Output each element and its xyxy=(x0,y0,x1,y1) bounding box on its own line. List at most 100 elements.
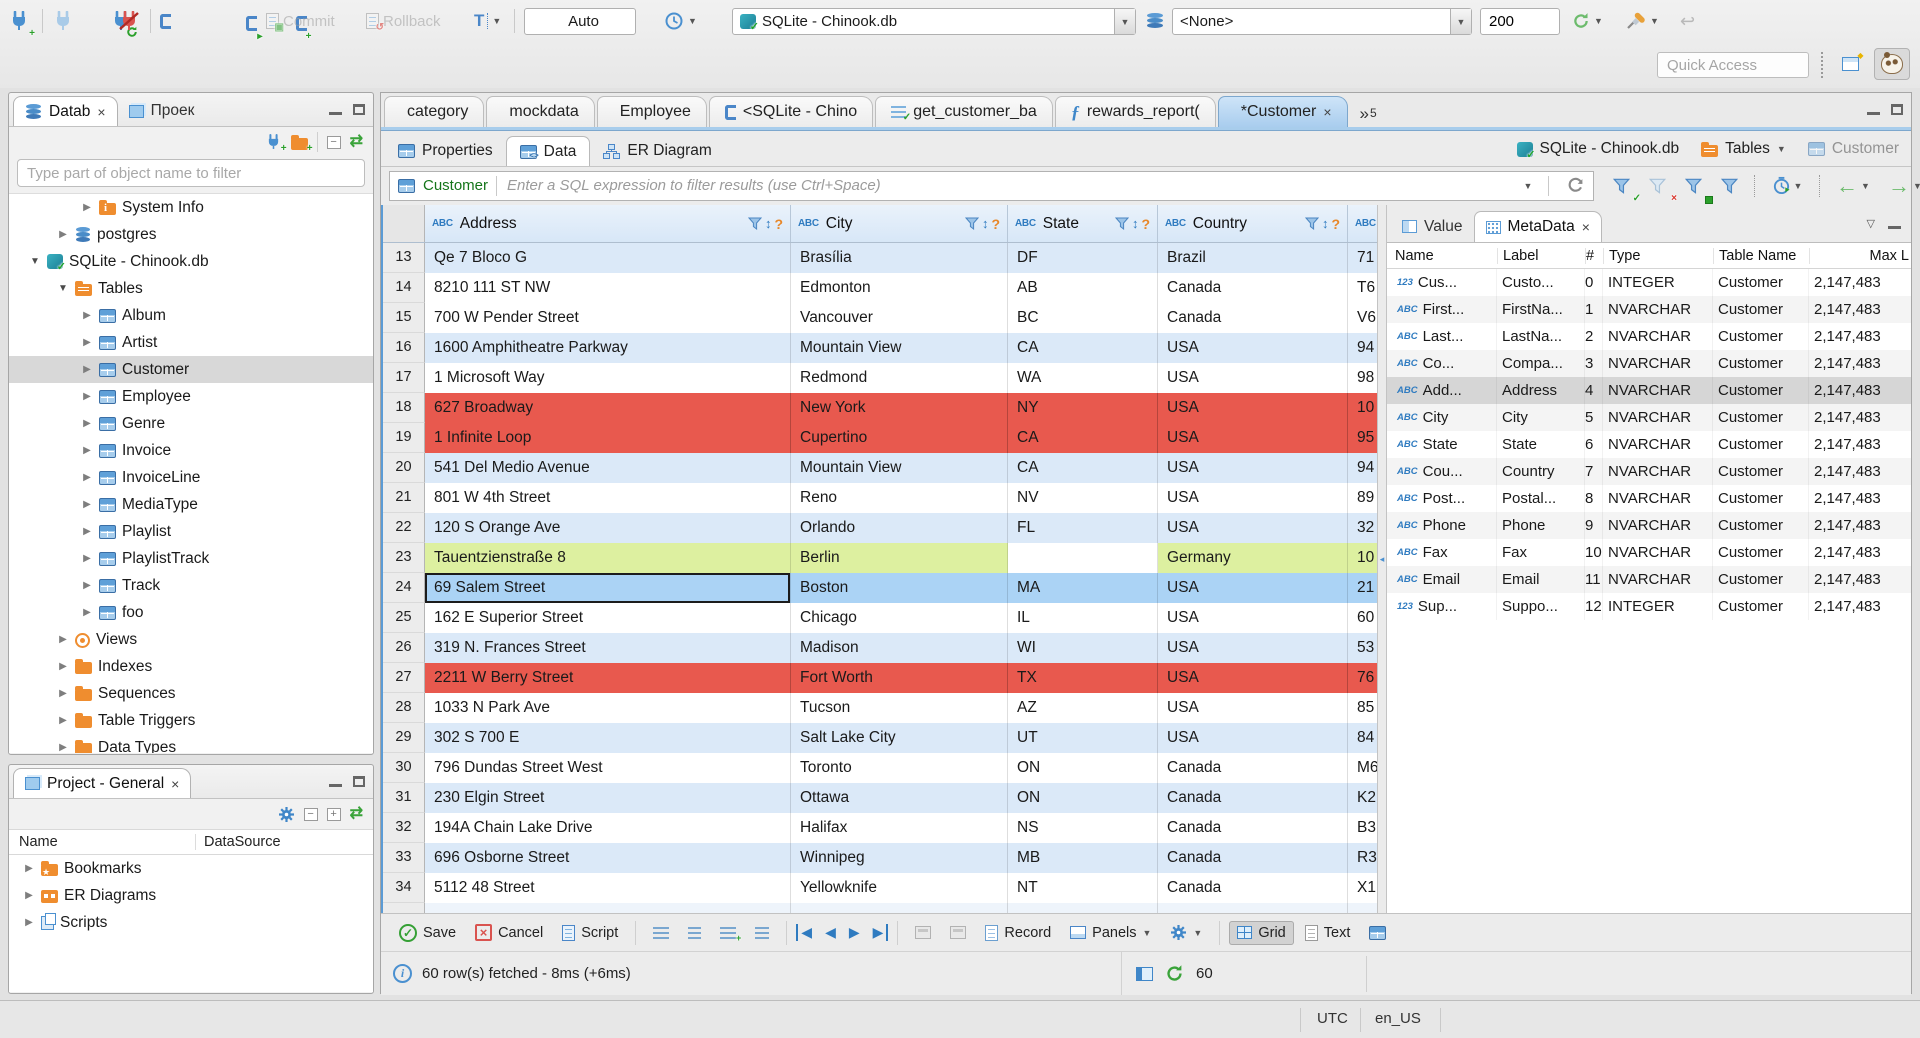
cell-city[interactable]: Edmonton xyxy=(791,273,1008,303)
fetch-size-value[interactable] xyxy=(1481,9,1559,34)
cell-name[interactable]: ABC Fax xyxy=(1387,539,1497,566)
cell-address[interactable]: 194A Chain Lake Drive xyxy=(425,813,791,843)
cell-table-name[interactable]: Customer xyxy=(1713,566,1809,593)
cell-postalcode[interactable]: 76 xyxy=(1348,663,1377,693)
new-sql-editor-button[interactable] xyxy=(160,7,171,35)
breadcrumb-connection[interactable]: SQLite - Chinook.db xyxy=(1540,140,1680,158)
cell-max-length[interactable]: 2,147,483 xyxy=(1809,269,1911,296)
metadata-row[interactable]: ABC Cou... Country 7 NVARCHAR Customer 2,… xyxy=(1387,458,1911,485)
column-label[interactable]: Label xyxy=(1497,247,1585,264)
column-name[interactable]: Name xyxy=(9,834,195,850)
data-row[interactable]: 32 194A Chain Lake Drive Halifax NS Cana… xyxy=(383,813,1377,843)
expander-icon[interactable] xyxy=(81,526,93,537)
cell-city[interactable]: Fort Worth xyxy=(791,663,1008,693)
cell-postalcode[interactable]: 85 xyxy=(1348,693,1377,723)
cell-address[interactable]: 2211 W Berry Street xyxy=(425,663,791,693)
cell-address[interactable]: 302 S 700 E xyxy=(425,723,791,753)
tree-item[interactable]: Genre xyxy=(9,410,373,437)
cell-address[interactable]: Qe 7 Bloco G xyxy=(425,243,791,273)
cell-table-name[interactable]: Customer xyxy=(1713,431,1809,458)
quick-access-search[interactable] xyxy=(1657,52,1809,78)
cell-address[interactable]: 627 Broadway xyxy=(425,393,791,423)
cell-name[interactable]: ABC Email xyxy=(1387,566,1497,593)
cell-state[interactable]: UT xyxy=(1008,723,1158,753)
filter-save-button[interactable] xyxy=(1678,172,1713,204)
cell-ordinal[interactable]: 4 xyxy=(1585,377,1603,404)
row-number[interactable]: 34 xyxy=(383,873,425,903)
expander-icon[interactable] xyxy=(57,283,69,294)
cancel-button[interactable]: Cancel xyxy=(467,920,551,945)
cell-table-name[interactable]: Customer xyxy=(1713,296,1809,323)
view-format-button-2[interactable] xyxy=(680,923,709,943)
metadata-row[interactable]: ABC Email Email 11 NVARCHAR Customer 2,14… xyxy=(1387,566,1911,593)
cell-label[interactable]: Address xyxy=(1497,377,1585,404)
tree-item[interactable]: Views xyxy=(9,626,373,653)
editor-tab[interactable]: get_customer_ba xyxy=(875,96,1053,127)
tab-properties[interactable]: Properties xyxy=(385,136,506,166)
data-row[interactable]: 17 1 Microsoft Way Redmond WA USA 98 xyxy=(383,363,1377,393)
row-number[interactable]: 31 xyxy=(383,783,425,813)
cell-name[interactable]: ABC Phone xyxy=(1387,512,1497,539)
navigator-filter[interactable] xyxy=(17,159,365,187)
view-format-button-3[interactable]: + xyxy=(712,923,744,943)
cell-state[interactable]: DF xyxy=(1008,243,1158,273)
refresh-fetch-button[interactable] xyxy=(1572,7,1603,35)
cell-city[interactable]: Madison xyxy=(791,633,1008,663)
cell-name[interactable]: ABC City xyxy=(1387,404,1497,431)
metadata-row[interactable]: ABC Phone Phone 9 NVARCHAR Customer 2,147… xyxy=(1387,512,1911,539)
expander-icon[interactable] xyxy=(81,310,93,321)
cell-address[interactable]: 120 S Orange Ave xyxy=(425,513,791,543)
cell-label[interactable]: Compa... xyxy=(1497,350,1585,377)
cell-city[interactable]: Berlin xyxy=(791,543,1008,573)
data-row[interactable]: 33 696 Osborne Street Winnipeg MB Canada… xyxy=(383,843,1377,873)
connect-button[interactable] xyxy=(52,7,74,35)
cell-label[interactable]: Phone xyxy=(1497,512,1585,539)
cell-ordinal[interactable]: 9 xyxy=(1585,512,1603,539)
cell-max-length[interactable]: 2,147,483 xyxy=(1809,458,1911,485)
funnel-icon[interactable] xyxy=(1114,217,1129,230)
cell-city[interactable]: Winnipeg xyxy=(791,843,1008,873)
tree-item[interactable]: foo xyxy=(9,599,373,626)
editor-tab[interactable]: category xyxy=(384,96,485,127)
fetch-all-button[interactable] xyxy=(942,922,974,943)
cell-address[interactable]: 8210 111 ST NW xyxy=(425,273,791,303)
cell-label[interactable]: LastNa... xyxy=(1497,323,1585,350)
cell-country[interactable]: Canada xyxy=(1158,273,1348,303)
cell-city[interactable]: Salt Lake City xyxy=(791,723,1008,753)
data-row[interactable]: 19 1 Infinite Loop Cupertino CA USA 95 xyxy=(383,423,1377,453)
row-number[interactable]: 21 xyxy=(383,483,425,513)
expander-icon[interactable] xyxy=(57,688,69,699)
metadata-row[interactable]: ABC State State 6 NVARCHAR Customer 2,147… xyxy=(1387,431,1911,458)
cell-state[interactable]: BC xyxy=(1008,303,1158,333)
cell-country[interactable]: USA xyxy=(1158,573,1348,603)
cell-state[interactable]: ON xyxy=(1008,783,1158,813)
cell-type[interactable]: NVARCHAR xyxy=(1603,566,1713,593)
cell-max-length[interactable]: 2,147,483 xyxy=(1809,566,1911,593)
cell-state[interactable]: MB xyxy=(1008,843,1158,873)
expand-all-button[interactable] xyxy=(326,807,341,821)
cell-postalcode[interactable]: 84 xyxy=(1348,723,1377,753)
nav-forward-button[interactable] xyxy=(1882,172,1920,200)
cell-postalcode[interactable]: 94 xyxy=(1348,453,1377,483)
column-table-name[interactable]: Table Name xyxy=(1713,247,1809,264)
data-row[interactable]: 30 796 Dundas Street West Toronto ON Can… xyxy=(383,753,1377,783)
expander-icon[interactable] xyxy=(81,364,93,375)
data-row[interactable]: 13 Qe 7 Bloco G Brasília DF Brazil 71 xyxy=(383,243,1377,273)
tree-item[interactable]: Invoice xyxy=(9,437,373,464)
cell-city[interactable]: Brasília xyxy=(791,243,1008,273)
cell-postalcode[interactable]: 32 xyxy=(1348,513,1377,543)
expander-icon[interactable] xyxy=(23,917,35,928)
cell-type[interactable]: INTEGER xyxy=(1603,593,1713,620)
close-icon[interactable] xyxy=(1582,219,1590,235)
cell-label[interactable]: City xyxy=(1497,404,1585,431)
view-format-button-4[interactable] xyxy=(747,923,777,943)
cell-address[interactable]: 541 Del Medio Avenue xyxy=(425,453,791,483)
tab-metadata[interactable]: MetaData xyxy=(1473,211,1602,242)
cell-city[interactable]: Halifax xyxy=(791,813,1008,843)
cell-type[interactable]: NVARCHAR xyxy=(1603,458,1713,485)
cell-label[interactable]: State xyxy=(1497,431,1585,458)
tree-item[interactable]: Playlist xyxy=(9,518,373,545)
open-sql-script-button[interactable]: ▸ xyxy=(246,10,262,42)
data-row[interactable]: 18 627 Broadway New York NY USA 10 xyxy=(383,393,1377,423)
cell-max-length[interactable]: 2,147,483 xyxy=(1809,512,1911,539)
